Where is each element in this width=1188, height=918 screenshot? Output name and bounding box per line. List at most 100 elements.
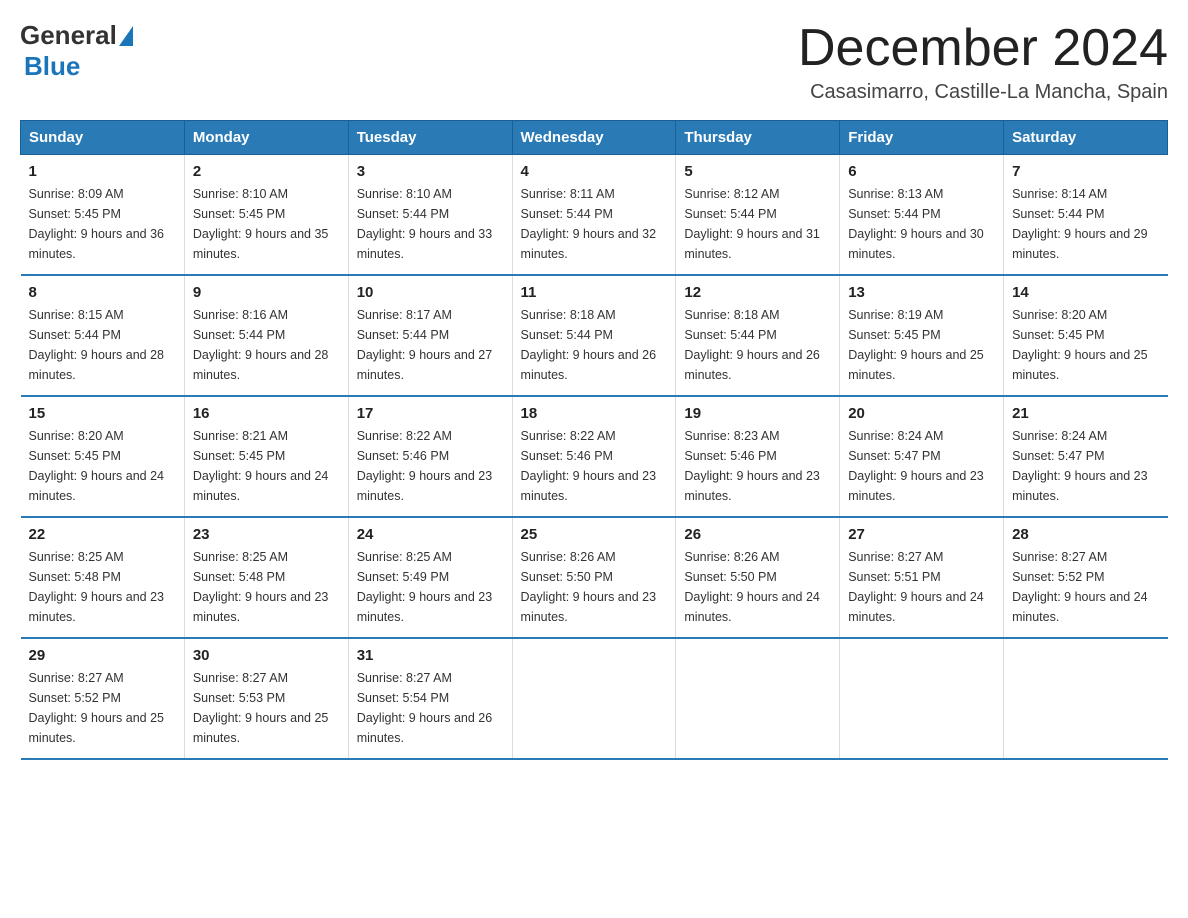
day-number: 29 [29,647,176,664]
day-number: 30 [193,647,340,664]
day-number: 4 [521,163,668,180]
weekday-header-friday: Friday [840,121,1004,155]
day-number: 3 [357,163,504,180]
calendar-cell: 12 Sunrise: 8:18 AM Sunset: 5:44 PM Dayl… [676,275,840,396]
day-info: Sunrise: 8:22 AM Sunset: 5:46 PM Dayligh… [357,426,504,506]
calendar-cell: 6 Sunrise: 8:13 AM Sunset: 5:44 PM Dayli… [840,155,1004,276]
month-title: December 2024 [798,20,1168,77]
day-number: 5 [684,163,831,180]
calendar-cell [676,638,840,759]
calendar-cell: 5 Sunrise: 8:12 AM Sunset: 5:44 PM Dayli… [676,155,840,276]
day-number: 16 [193,405,340,422]
location-subtitle: Casasimarro, Castille-La Mancha, Spain [798,81,1168,104]
day-info: Sunrise: 8:26 AM Sunset: 5:50 PM Dayligh… [684,547,831,627]
day-number: 27 [848,526,995,543]
calendar-cell: 9 Sunrise: 8:16 AM Sunset: 5:44 PM Dayli… [184,275,348,396]
calendar-cell: 21 Sunrise: 8:24 AM Sunset: 5:47 PM Dayl… [1004,396,1168,517]
day-info: Sunrise: 8:23 AM Sunset: 5:46 PM Dayligh… [684,426,831,506]
logo: General Blue [20,20,135,82]
day-info: Sunrise: 8:25 AM Sunset: 5:48 PM Dayligh… [193,547,340,627]
day-info: Sunrise: 8:22 AM Sunset: 5:46 PM Dayligh… [521,426,668,506]
day-info: Sunrise: 8:20 AM Sunset: 5:45 PM Dayligh… [29,426,176,506]
calendar-cell: 14 Sunrise: 8:20 AM Sunset: 5:45 PM Dayl… [1004,275,1168,396]
calendar-cell: 10 Sunrise: 8:17 AM Sunset: 5:44 PM Dayl… [348,275,512,396]
calendar-cell: 17 Sunrise: 8:22 AM Sunset: 5:46 PM Dayl… [348,396,512,517]
calendar-cell: 30 Sunrise: 8:27 AM Sunset: 5:53 PM Dayl… [184,638,348,759]
calendar-cell: 31 Sunrise: 8:27 AM Sunset: 5:54 PM Dayl… [348,638,512,759]
day-info: Sunrise: 8:10 AM Sunset: 5:44 PM Dayligh… [357,184,504,264]
day-info: Sunrise: 8:24 AM Sunset: 5:47 PM Dayligh… [848,426,995,506]
week-row-2: 8 Sunrise: 8:15 AM Sunset: 5:44 PM Dayli… [21,275,1168,396]
day-info: Sunrise: 8:16 AM Sunset: 5:44 PM Dayligh… [193,305,340,385]
day-info: Sunrise: 8:19 AM Sunset: 5:45 PM Dayligh… [848,305,995,385]
day-number: 8 [29,284,176,301]
day-info: Sunrise: 8:09 AM Sunset: 5:45 PM Dayligh… [29,184,176,264]
day-info: Sunrise: 8:18 AM Sunset: 5:44 PM Dayligh… [684,305,831,385]
calendar-cell: 13 Sunrise: 8:19 AM Sunset: 5:45 PM Dayl… [840,275,1004,396]
day-number: 10 [357,284,504,301]
day-number: 28 [1012,526,1159,543]
day-number: 13 [848,284,995,301]
day-number: 24 [357,526,504,543]
day-info: Sunrise: 8:25 AM Sunset: 5:49 PM Dayligh… [357,547,504,627]
week-row-1: 1 Sunrise: 8:09 AM Sunset: 5:45 PM Dayli… [21,155,1168,276]
calendar-cell: 18 Sunrise: 8:22 AM Sunset: 5:46 PM Dayl… [512,396,676,517]
day-number: 19 [684,405,831,422]
calendar-cell: 20 Sunrise: 8:24 AM Sunset: 5:47 PM Dayl… [840,396,1004,517]
calendar-cell: 25 Sunrise: 8:26 AM Sunset: 5:50 PM Dayl… [512,517,676,638]
calendar-cell: 26 Sunrise: 8:26 AM Sunset: 5:50 PM Dayl… [676,517,840,638]
calendar-cell: 8 Sunrise: 8:15 AM Sunset: 5:44 PM Dayli… [21,275,185,396]
day-number: 11 [521,284,668,301]
calendar-cell: 28 Sunrise: 8:27 AM Sunset: 5:52 PM Dayl… [1004,517,1168,638]
day-info: Sunrise: 8:10 AM Sunset: 5:45 PM Dayligh… [193,184,340,264]
weekday-header-tuesday: Tuesday [348,121,512,155]
logo-triangle-icon [119,26,133,46]
calendar-cell: 4 Sunrise: 8:11 AM Sunset: 5:44 PM Dayli… [512,155,676,276]
weekday-header-monday: Monday [184,121,348,155]
weekday-header-sunday: Sunday [21,121,185,155]
calendar-cell [840,638,1004,759]
calendar-cell: 3 Sunrise: 8:10 AM Sunset: 5:44 PM Dayli… [348,155,512,276]
calendar-cell: 24 Sunrise: 8:25 AM Sunset: 5:49 PM Dayl… [348,517,512,638]
calendar-cell: 2 Sunrise: 8:10 AM Sunset: 5:45 PM Dayli… [184,155,348,276]
day-number: 23 [193,526,340,543]
day-info: Sunrise: 8:27 AM Sunset: 5:52 PM Dayligh… [29,668,176,748]
day-number: 26 [684,526,831,543]
day-number: 22 [29,526,176,543]
day-info: Sunrise: 8:20 AM Sunset: 5:45 PM Dayligh… [1012,305,1159,385]
calendar-cell: 23 Sunrise: 8:25 AM Sunset: 5:48 PM Dayl… [184,517,348,638]
logo-general-text: General [20,20,117,51]
day-info: Sunrise: 8:13 AM Sunset: 5:44 PM Dayligh… [848,184,995,264]
day-number: 15 [29,405,176,422]
day-number: 31 [357,647,504,664]
calendar-cell: 7 Sunrise: 8:14 AM Sunset: 5:44 PM Dayli… [1004,155,1168,276]
calendar-cell: 16 Sunrise: 8:21 AM Sunset: 5:45 PM Dayl… [184,396,348,517]
day-number: 7 [1012,163,1159,180]
weekday-header-saturday: Saturday [1004,121,1168,155]
day-info: Sunrise: 8:26 AM Sunset: 5:50 PM Dayligh… [521,547,668,627]
title-area: December 2024 Casasimarro, Castille-La M… [798,20,1168,104]
day-info: Sunrise: 8:27 AM Sunset: 5:52 PM Dayligh… [1012,547,1159,627]
week-row-4: 22 Sunrise: 8:25 AM Sunset: 5:48 PM Dayl… [21,517,1168,638]
day-info: Sunrise: 8:27 AM Sunset: 5:54 PM Dayligh… [357,668,504,748]
day-info: Sunrise: 8:21 AM Sunset: 5:45 PM Dayligh… [193,426,340,506]
calendar-cell [1004,638,1168,759]
calendar-cell: 15 Sunrise: 8:20 AM Sunset: 5:45 PM Dayl… [21,396,185,517]
calendar-cell: 27 Sunrise: 8:27 AM Sunset: 5:51 PM Dayl… [840,517,1004,638]
weekday-header-row: SundayMondayTuesdayWednesdayThursdayFrid… [21,121,1168,155]
day-info: Sunrise: 8:11 AM Sunset: 5:44 PM Dayligh… [521,184,668,264]
weekday-header-wednesday: Wednesday [512,121,676,155]
page-header: General Blue December 2024 Casasimarro, … [20,20,1168,104]
calendar-cell: 1 Sunrise: 8:09 AM Sunset: 5:45 PM Dayli… [21,155,185,276]
day-info: Sunrise: 8:24 AM Sunset: 5:47 PM Dayligh… [1012,426,1159,506]
day-info: Sunrise: 8:25 AM Sunset: 5:48 PM Dayligh… [29,547,176,627]
weekday-header-thursday: Thursday [676,121,840,155]
day-info: Sunrise: 8:17 AM Sunset: 5:44 PM Dayligh… [357,305,504,385]
day-info: Sunrise: 8:12 AM Sunset: 5:44 PM Dayligh… [684,184,831,264]
day-info: Sunrise: 8:15 AM Sunset: 5:44 PM Dayligh… [29,305,176,385]
calendar-cell: 11 Sunrise: 8:18 AM Sunset: 5:44 PM Dayl… [512,275,676,396]
day-number: 17 [357,405,504,422]
day-number: 20 [848,405,995,422]
logo-blue-text: Blue [24,51,80,81]
day-number: 1 [29,163,176,180]
